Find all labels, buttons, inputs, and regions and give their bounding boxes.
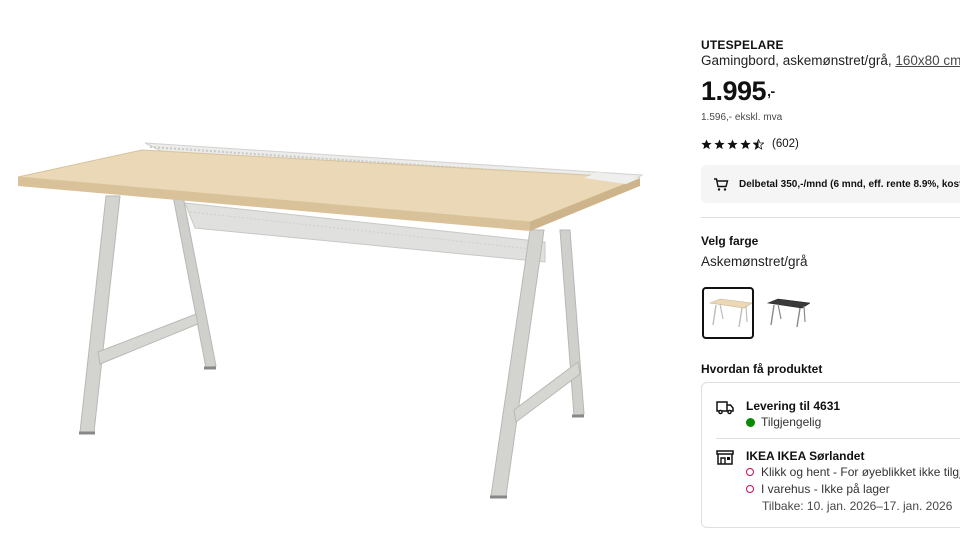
product-info-panel: UTESPELARE Gamingbord, askemønstret/grå,… bbox=[701, 0, 960, 538]
in-store-status: I varehus - Ikke på lager bbox=[746, 482, 890, 496]
available-dot-icon bbox=[746, 417, 755, 427]
price-value: 1.995 bbox=[701, 76, 767, 106]
back-right-leg bbox=[559, 229, 585, 417]
star-icon bbox=[740, 138, 751, 149]
financing-text: Delbetal 350,-/mnd (6 mnd, eff. rente 8.… bbox=[739, 178, 960, 190]
color-swatch-ash-grey[interactable] bbox=[702, 287, 754, 339]
product-price: 1.995,- bbox=[701, 76, 775, 107]
product-image bbox=[17, 142, 644, 499]
store-icon bbox=[716, 450, 734, 465]
click-collect-status: Klikk og hent - For øyeblikket ikke tilg… bbox=[746, 465, 960, 479]
color-swatch-black-grey[interactable] bbox=[760, 287, 812, 339]
unavailable-dot-icon bbox=[746, 468, 754, 476]
store-title[interactable]: IKEA IKEA Sørlandet bbox=[746, 449, 864, 463]
product-description: Gamingbord, askemønstret/grå, 160x80 cm bbox=[701, 53, 960, 68]
financing-banner[interactable]: Delbetal 350,-/mnd (6 mnd, eff. rente 8.… bbox=[701, 165, 960, 203]
box-divider bbox=[716, 438, 960, 439]
review-count: (602) bbox=[772, 138, 799, 150]
in-store-text: I varehus - Ikke på lager bbox=[761, 482, 890, 496]
price-suffix: ,- bbox=[767, 83, 775, 99]
divider bbox=[701, 217, 960, 218]
cart-icon bbox=[714, 178, 729, 191]
color-heading: Velg farge bbox=[701, 234, 759, 248]
back-in-stock-date: Tilbake: 10. jan. 2026–17. jan. 2026 bbox=[762, 499, 953, 513]
star-icon bbox=[727, 138, 738, 149]
unavailable-dot-icon bbox=[746, 485, 754, 493]
left-brace bbox=[97, 313, 199, 365]
front-right-leg bbox=[490, 229, 545, 497]
product-name: UTESPELARE bbox=[701, 38, 784, 52]
front-left-leg bbox=[79, 195, 121, 433]
delivery-title[interactable]: Levering til 4631 bbox=[746, 399, 840, 413]
star-icon bbox=[701, 138, 712, 149]
delivery-status: Tilgjengelig bbox=[746, 415, 821, 429]
desk-thumbnail-ash bbox=[708, 298, 752, 328]
product-description-text: Gamingbord, askemønstret/grå, bbox=[701, 53, 892, 68]
click-collect-text: Klikk og hent - For øyeblikket ikke tilg… bbox=[761, 465, 960, 479]
selected-color: Askemønstret/grå bbox=[701, 254, 808, 269]
fulfillment-box: Levering til 4631 Tilgjengelig IKEA IKEA… bbox=[701, 382, 960, 528]
fulfillment-heading: Hvordan få produktet bbox=[701, 362, 823, 376]
star-half-icon bbox=[753, 138, 764, 150]
truck-icon bbox=[716, 401, 734, 415]
desk-thumbnail-black bbox=[766, 298, 810, 328]
delivery-status-text: Tilgjengelig bbox=[761, 415, 822, 429]
star-icon bbox=[714, 138, 725, 149]
price-ex-vat: 1.596,- ekskl. mva bbox=[701, 112, 783, 123]
rating[interactable]: (602) bbox=[701, 137, 799, 151]
product-size-link[interactable]: 160x80 cm bbox=[895, 53, 960, 68]
